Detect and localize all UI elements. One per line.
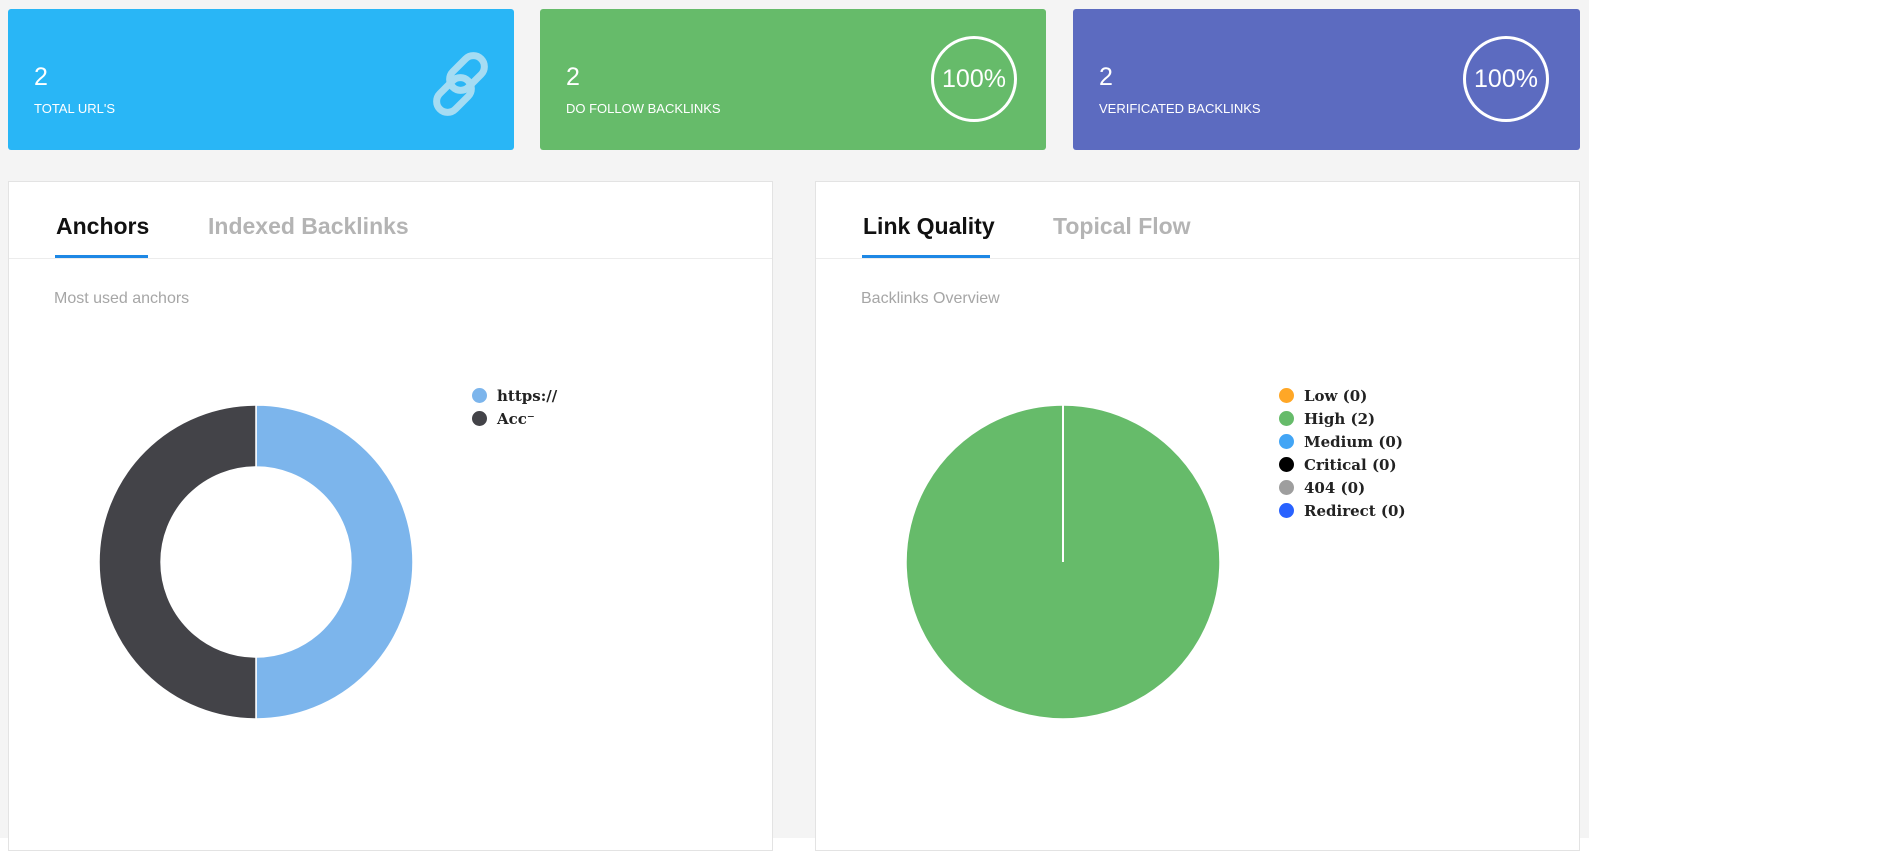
legend-label: Medium (0): [1304, 432, 1403, 451]
legend-marker: [1279, 457, 1294, 472]
legend-item[interactable]: Critical (0): [1279, 453, 1406, 476]
legend-marker: [1279, 434, 1294, 449]
legend-label: Low (0): [1304, 386, 1368, 405]
legend-item[interactable]: 404 (0): [1279, 476, 1406, 499]
stat-card-total-urls: 2 TOTAL URL'S: [8, 9, 514, 150]
legend-label: High (2): [1304, 409, 1376, 428]
link-quality-legend: Low (0) High (2) Medium (0) Critical (0) 404…: [1279, 384, 1406, 522]
stat-value: 2: [34, 63, 48, 91]
legend-marker: [1279, 480, 1294, 495]
legend-label: https://: [497, 386, 558, 405]
stat-label: TOTAL URL'S: [34, 101, 115, 116]
pie-slice[interactable]: [98, 404, 257, 720]
legend-item[interactable]: Redirect (0): [1279, 499, 1406, 522]
legend-marker: [1279, 388, 1294, 403]
pie-slice[interactable]: [255, 404, 414, 720]
legend-item[interactable]: Acc⁻: [472, 407, 557, 430]
legend-item[interactable]: High (2): [1279, 407, 1406, 430]
anchors-panel: Anchors Indexed Backlinks Most used anch…: [8, 181, 773, 851]
stat-card-do-follow: 2 DO FOLLOW BACKLINKS 100%: [540, 9, 1046, 150]
anchors-legend: https:// Acc⁻: [472, 384, 557, 430]
legend-label: Redirect (0): [1304, 501, 1406, 520]
legend-marker: [472, 411, 487, 426]
stat-label: VERIFICATED BACKLINKS: [1099, 101, 1261, 116]
stat-value: 2: [1099, 63, 1113, 91]
stat-label: DO FOLLOW BACKLINKS: [566, 101, 721, 116]
legend-item[interactable]: Medium (0): [1279, 430, 1406, 453]
legend-item[interactable]: Low (0): [1279, 384, 1406, 407]
dashboard: 2 TOTAL URL'S 2 DO FOLLOW BACKLINKS 100%…: [0, 0, 1589, 851]
legend-item[interactable]: https://: [472, 384, 557, 407]
legend-label: Critical (0): [1304, 455, 1397, 474]
legend-marker: [1279, 411, 1294, 426]
stat-card-verificated: 2 VERIFICATED BACKLINKS 100%: [1073, 9, 1580, 150]
anchors-donut-chart: [98, 404, 414, 720]
link-quality-panel: Link Quality Topical Flow Backlinks Over…: [815, 181, 1580, 851]
percent-ring: 100%: [931, 36, 1017, 122]
percent-ring: 100%: [1463, 36, 1549, 122]
legend-label: 404 (0): [1304, 478, 1366, 497]
legend-marker: [472, 388, 487, 403]
link-quality-pie-chart: [905, 404, 1221, 720]
legend-label: Acc⁻: [497, 409, 535, 428]
legend-marker: [1279, 503, 1294, 518]
stat-value: 2: [566, 63, 580, 91]
link-icon: [433, 52, 488, 116]
